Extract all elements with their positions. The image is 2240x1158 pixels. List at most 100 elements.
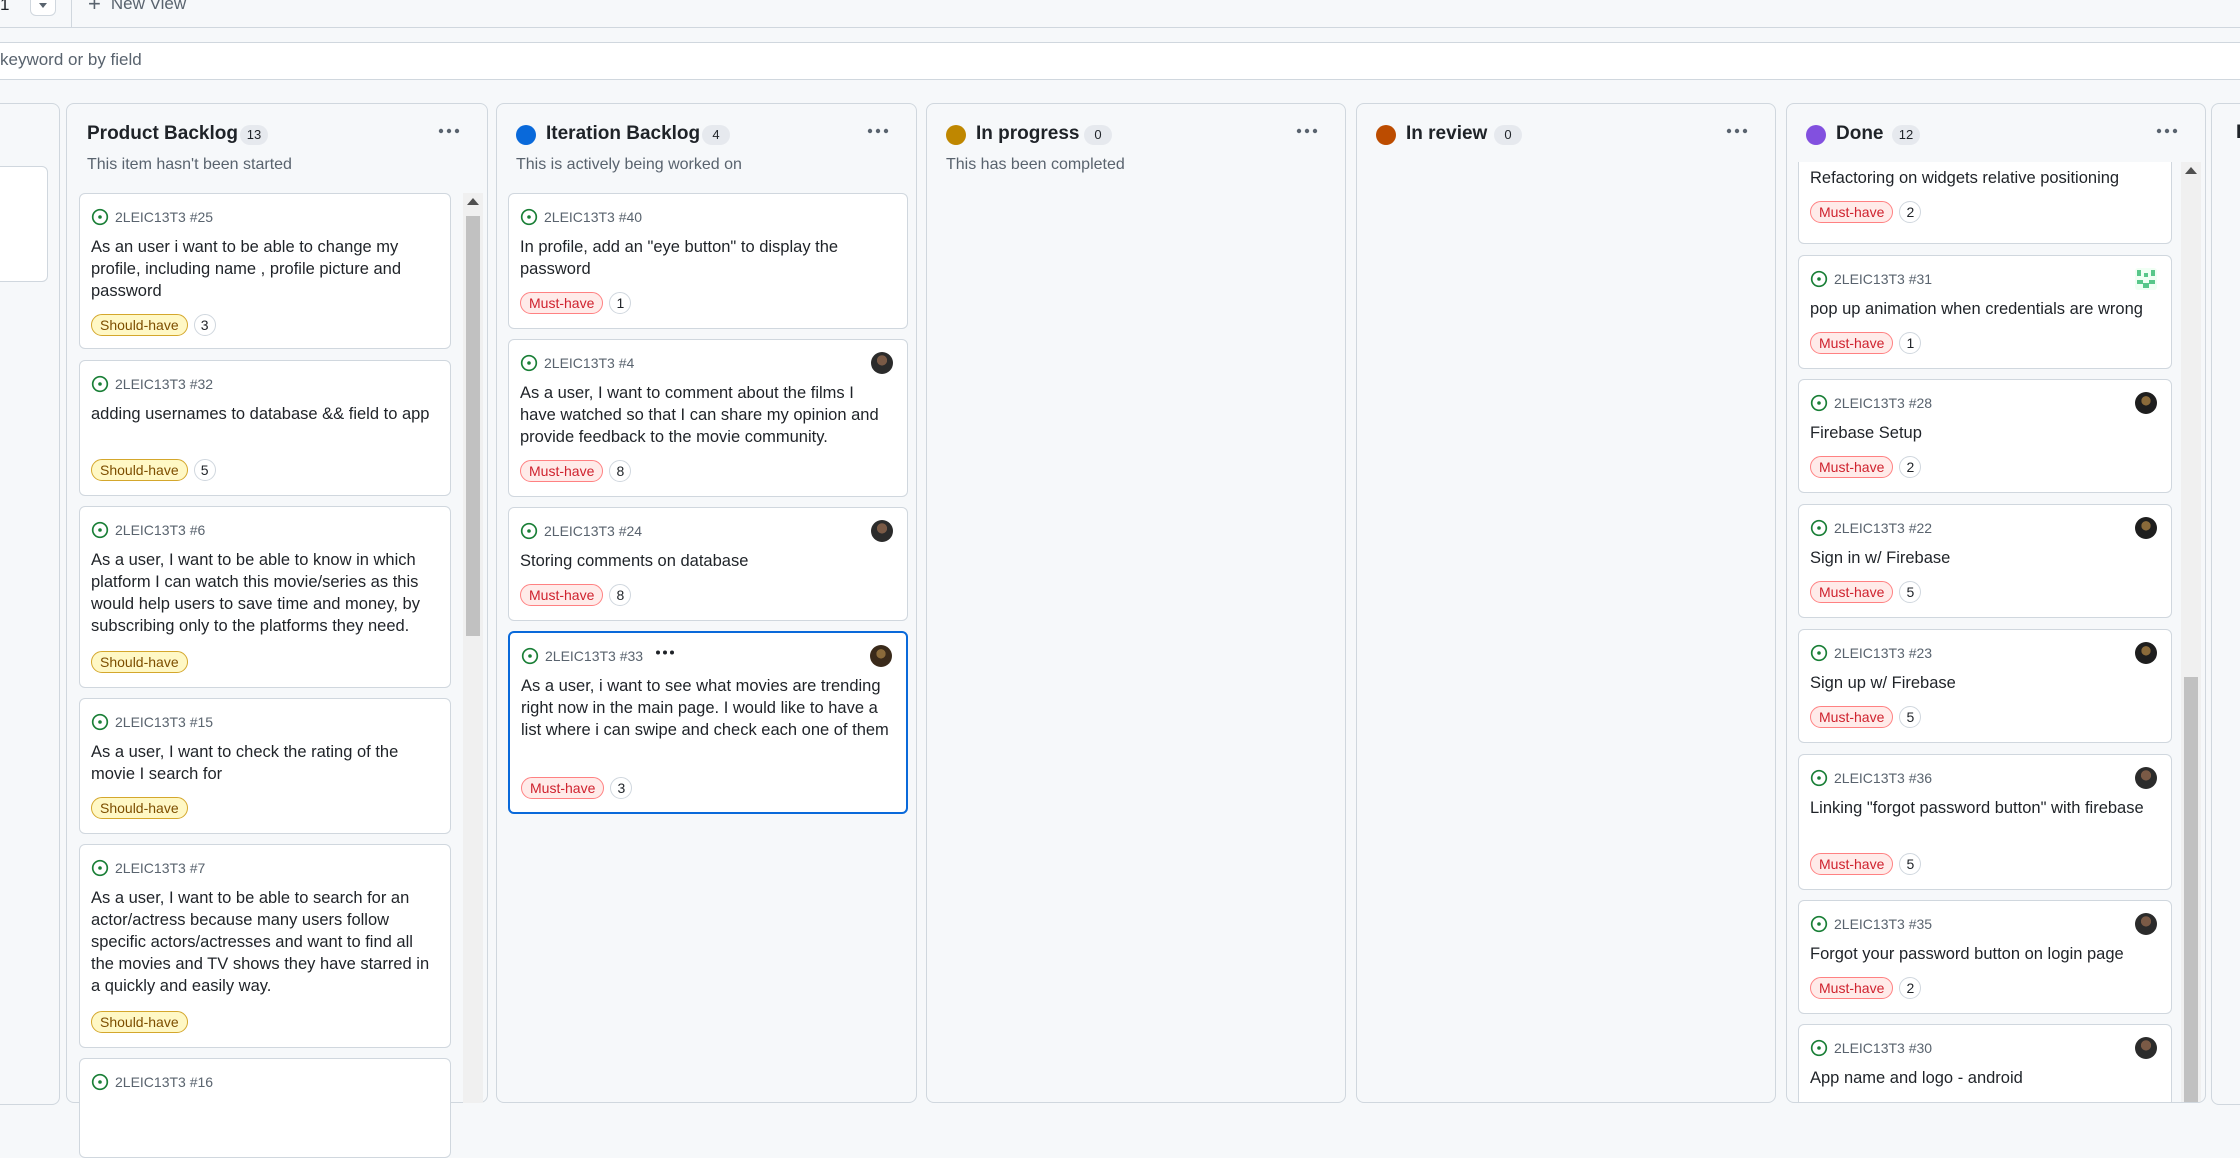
- filter-input[interactable]: [0, 43, 1600, 77]
- issue-card[interactable]: 2LEIC13T3 #25 As an user i want to be ab…: [79, 193, 451, 349]
- issue-card[interactable]: 2LEIC13T3 #15 As a user, I want to check…: [79, 698, 451, 834]
- issue-title[interactable]: pop up animation when credentials are wr…: [1810, 298, 2157, 320]
- issue-card[interactable]: 2LEIC13T3 #31 pop up animation when cred…: [1798, 255, 2172, 369]
- issue-title[interactable]: Firebase Setup: [1810, 422, 2157, 444]
- issue-title[interactable]: In profile, add an "eye button" to displ…: [520, 236, 893, 280]
- issue-card[interactable]: 2LEIC13T3 #22 Sign in w/ Firebase Must-h…: [1798, 504, 2172, 618]
- issue-number: 2LEIC13T3 #36: [1834, 770, 1933, 786]
- issue-title[interactable]: As a user, I want to be able to search f…: [91, 887, 436, 997]
- priority-label: Must-have: [520, 292, 604, 314]
- issue-title[interactable]: Linking "forgot password button" with fi…: [1810, 797, 2157, 819]
- issue-reference: 2LEIC13T3 #28: [1810, 394, 1932, 412]
- column-scrollbar[interactable]: [2181, 162, 2201, 1102]
- column-menu-button[interactable]: [433, 118, 465, 144]
- assignee-avatar[interactable]: [2135, 767, 2157, 789]
- issue-title[interactable]: As a user, I want to comment about the f…: [520, 382, 893, 448]
- issue-card[interactable]: 2LEIC13T3 #28 Firebase Setup Must-have 2: [1798, 379, 2172, 493]
- issue-title[interactable]: As a user, I want to be able to know in …: [91, 549, 436, 637]
- column-menu-button[interactable]: [1291, 118, 1323, 144]
- issue-reference: 2LEIC13T3 #4: [520, 354, 634, 372]
- issue-open-icon: [520, 522, 538, 540]
- issue-open-icon: [1810, 915, 1828, 933]
- column-title: In progress: [976, 123, 1080, 144]
- assignee-avatar[interactable]: [871, 352, 893, 374]
- previous-column-card[interactable]: [0, 166, 48, 282]
- issue-card[interactable]: 2LEIC13T3 #40 In profile, add an "eye bu…: [508, 193, 908, 329]
- assignee-avatar[interactable]: [2135, 913, 2157, 935]
- issue-title[interactable]: As a user, I want to check the rating of…: [91, 741, 436, 785]
- filter-bar: [0, 42, 2240, 80]
- new-view-button[interactable]: + New View: [88, 0, 186, 15]
- issue-reference: 2LEIC13T3 #31: [1810, 270, 1932, 288]
- issue-number: 2LEIC13T3 #22: [1834, 520, 1933, 536]
- scroll-up-arrow-icon[interactable]: [2185, 167, 2197, 174]
- issue-open-icon: [1810, 1039, 1828, 1057]
- priority-label: Should-have: [91, 459, 188, 481]
- view-tab-current[interactable]: 1: [0, 0, 9, 15]
- assignee-avatar[interactable]: [2135, 392, 2157, 414]
- issue-card[interactable]: 2LEIC13T3 #23 Sign up w/ Firebase Must-h…: [1798, 629, 2172, 743]
- issue-number: 2LEIC13T3 #24: [544, 523, 643, 539]
- estimate-badge: 3: [193, 314, 216, 336]
- issue-fields: Must-have 1: [1810, 332, 1922, 354]
- column-product-backlog: Product Backlog 13 This item hasn't been…: [66, 103, 488, 1158]
- issue-title[interactable]: Refactoring on widgets relative position…: [1810, 167, 2157, 189]
- issue-card[interactable]: 2LEIC13T3 #6 As a user, I want to be abl…: [79, 506, 451, 688]
- issue-card-selected[interactable]: 2LEIC13T3 #33 As a user, i want to see w…: [508, 631, 908, 814]
- column-menu-button[interactable]: [2151, 118, 2183, 144]
- next-column-title: D: [2236, 122, 2240, 144]
- issue-number: 2LEIC13T3 #15: [115, 714, 214, 730]
- issue-open-icon: [1810, 394, 1828, 412]
- issue-title[interactable]: Storing comments on database: [520, 550, 893, 572]
- column-description: This is actively being worked on: [516, 156, 742, 173]
- issue-card[interactable]: 2LEIC13T3 #7 As a user, I want to be abl…: [79, 844, 451, 1048]
- column-count: 13: [240, 125, 268, 145]
- column-menu-button[interactable]: [862, 118, 894, 144]
- priority-label: Must-have: [520, 460, 604, 482]
- status-dot: [1806, 125, 1826, 145]
- status-dot: [946, 125, 966, 145]
- issue-fields: Should-have 3: [91, 314, 216, 336]
- estimate-badge: 2: [1899, 456, 1922, 478]
- scrollbar-thumb[interactable]: [2184, 677, 2198, 1102]
- issue-card[interactable]: 2LEIC13T3 #35 Forgot your password butto…: [1798, 900, 2172, 1014]
- scroll-up-arrow-icon[interactable]: [467, 198, 479, 205]
- issue-title[interactable]: adding usernames to database && field to…: [91, 403, 436, 425]
- issue-title[interactable]: Sign up w/ Firebase: [1810, 672, 2157, 694]
- issue-title[interactable]: As an user i want to be able to change m…: [91, 236, 436, 302]
- issue-card[interactable]: 2LEIC13T3 #4 As a user, I want to commen…: [508, 339, 908, 497]
- assignee-avatar[interactable]: [870, 645, 892, 667]
- issue-card[interactable]: 2LEIC13T3 #30 App name and logo - androi…: [1798, 1024, 2172, 1102]
- issue-number: 2LEIC13T3 #30: [1834, 1040, 1933, 1056]
- issue-card[interactable]: 2LEIC13T3 #24 Storing comments on databa…: [508, 507, 908, 621]
- column-iteration-backlog: Iteration Backlog 4 This is actively bei…: [496, 103, 917, 1103]
- column-count: 12: [1892, 125, 1920, 145]
- column-menu-button[interactable]: [1721, 118, 1753, 144]
- view-options-button[interactable]: [30, 0, 56, 16]
- issue-reference: 2LEIC13T3 #33: [521, 647, 643, 665]
- assignee-avatar[interactable]: [2135, 517, 2157, 539]
- issue-card[interactable]: 2LEIC13T3 #16: [79, 1058, 451, 1158]
- issue-fields: Must-have 1: [520, 292, 632, 314]
- assignee-avatar[interactable]: [871, 520, 893, 542]
- issue-card[interactable]: 2LEIC13T3 #32 adding usernames to databa…: [79, 360, 451, 496]
- scrollbar-thumb[interactable]: [466, 216, 480, 636]
- card-menu-button[interactable]: [652, 642, 678, 662]
- issue-title[interactable]: As a user, i want to see what movies are…: [521, 675, 892, 741]
- issue-title[interactable]: Forgot your password button on login pag…: [1810, 943, 2157, 965]
- kebab-horizontal-icon: [1296, 128, 1318, 134]
- assignee-avatar[interactable]: [2135, 1037, 2157, 1059]
- issue-title[interactable]: Sign in w/ Firebase: [1810, 547, 2157, 569]
- done-card-list: Refactoring on widgets relative position…: [1787, 162, 2205, 1102]
- issue-title[interactable]: App name and logo - android: [1810, 1067, 2157, 1089]
- estimate-badge: 2: [1899, 201, 1922, 223]
- identicon-avatar[interactable]: [2135, 268, 2157, 290]
- issue-card[interactable]: Refactoring on widgets relative position…: [1798, 162, 2172, 244]
- column-scrollbar[interactable]: [463, 193, 483, 1103]
- assignee-avatar[interactable]: [2135, 642, 2157, 664]
- issue-card[interactable]: 2LEIC13T3 #36 Linking "forgot password b…: [1798, 754, 2172, 890]
- kebab-horizontal-icon: [438, 128, 460, 134]
- issue-open-icon: [520, 208, 538, 226]
- issue-open-icon: [520, 354, 538, 372]
- issue-fields: Must-have 2: [1810, 456, 1922, 478]
